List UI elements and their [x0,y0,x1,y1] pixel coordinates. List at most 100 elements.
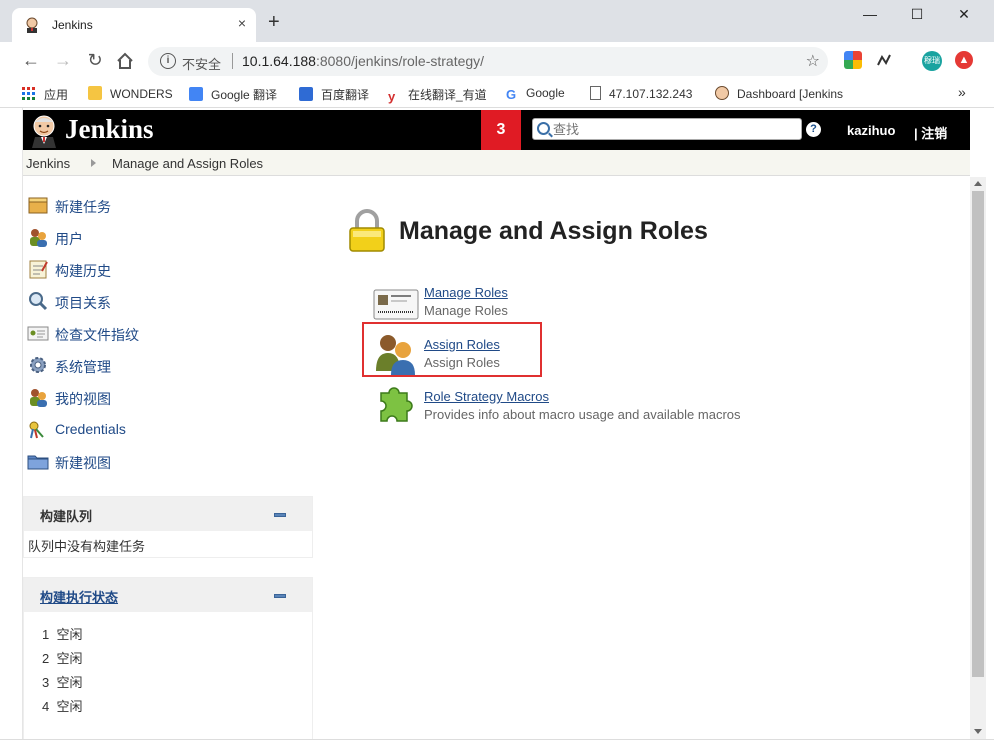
build-queue-header: 构建队列 [24,497,312,531]
browser-tab-jenkins[interactable]: Jenkins × [12,8,256,42]
vertical-scrollbar[interactable] [970,177,986,739]
executors-header: 构建执行状态 [24,578,312,612]
credentials-icon [29,421,44,439]
window-minimize-button[interactable]: — [850,6,890,26]
breadcrumb-current[interactable]: Manage and Assign Roles [112,156,263,171]
jenkins-logo-text[interactable]: Jenkins [65,114,154,145]
url-path: :8080/jenkins/role-strategy/ [315,53,485,69]
jenkins-favicon-icon [26,17,38,33]
build-queue-pane: 构建队列 队列中没有构建任务 [23,496,313,558]
bookmark-label: Dashboard [Jenkins [737,87,844,101]
fingerprint-icon [27,326,49,341]
page-icon [590,86,601,100]
folder-icon [88,86,102,100]
baidu-translate-icon [299,87,313,101]
extension-user-badge-icon[interactable]: 穆瑞 [922,51,942,71]
build-queue-body: 队列中没有构建任务 [24,531,312,557]
scroll-down-arrow-icon[interactable] [974,729,982,734]
browser-toolbar: ← → ↻ i 不安全 10.1.64.188:8080/jenkins/rol… [0,42,994,80]
bookmark-apps[interactable]: 应用 [22,86,68,103]
window-bottom-edge [0,739,994,747]
collapse-icon[interactable] [274,594,286,598]
notification-badge[interactable]: 3 [481,110,521,150]
user-link[interactable]: kazihuo [847,123,895,138]
collapse-icon[interactable] [274,513,286,517]
url-separator [232,53,233,69]
bookmark-label: 47.107.132.243 [609,87,693,101]
executors-title-link[interactable]: 构建执行状态 [40,587,118,606]
url-host: 10.1.64.188 [242,53,316,69]
forward-arrow-icon[interactable]: → [52,50,74,70]
executor-number: 1 [42,627,50,642]
highlight-box [362,322,542,377]
youdao-icon: y [388,89,396,104]
bookmark-ip[interactable]: 47.107.132.243 [590,86,692,101]
bookmarks-bar: 应用 WONDERS Google 翻译 百度翻译 y 在线翻译_有道 G Goog… [0,80,994,108]
manage-roles-desc: Manage Roles [424,303,508,318]
executor-number: 3 [42,675,50,690]
bookmark-google-translate[interactable]: Google 翻译 [189,86,277,103]
users-icon [30,229,47,247]
bookmark-star-icon[interactable]: ☆ [806,51,820,71]
extension-translate-icon[interactable] [876,51,894,69]
puzzle-piece-icon [380,387,413,422]
jenkins-butler-icon[interactable] [27,112,61,148]
id-card-icon [373,289,419,320]
back-arrow-icon[interactable]: ← [20,50,42,70]
home-icon[interactable] [116,52,134,70]
breadcrumb-arrow-icon[interactable] [91,159,96,167]
folder-icon [27,455,49,470]
sidebar-item-label: 检查文件指纹 [55,327,139,343]
bookmarks-more-button[interactable]: » [958,84,966,100]
executor-status: 空闲 [56,651,83,666]
reload-icon[interactable]: ↻ [84,50,106,70]
sidebar-item-label: 项目关系 [55,295,111,311]
bookmark-wonders[interactable]: WONDERS [88,86,173,101]
window-maximize-button[interactable]: ☐ [897,6,937,26]
manage-roles-item: Manage Roles Manage Roles [373,285,673,325]
bookmark-dashboard-jenkins[interactable]: Dashboard [Jenkins [715,86,843,101]
window-close-button[interactable]: ✕ [944,6,984,26]
google-icon: G [506,87,517,102]
role-strategy-macros-desc: Provides info about macro usage and avai… [424,407,741,422]
executor-row: 3 空闲 [42,672,82,691]
logout-link[interactable]: | 注销 [914,123,947,142]
scrollbar-thumb[interactable] [972,191,984,677]
address-bar[interactable]: i 不安全 10.1.64.188:8080/jenkins/role-stra… [148,47,828,76]
help-icon[interactable]: ? [806,122,821,137]
bookmark-label: 百度翻译 [321,88,370,102]
scroll-up-arrow-icon[interactable] [974,181,982,186]
tab-title: Jenkins [52,18,93,32]
page-content: 新建任务 用户 构建历史 项目关系 检查文件指纹 系统管理 我的视图 Crede… [23,177,970,743]
role-strategy-macros-link[interactable]: Role Strategy Macros [424,389,549,404]
window-left-edge [0,108,23,739]
build-history-icon [29,260,48,279]
sidebar-item-label: 新建任务 [55,199,111,215]
build-queue-title: 构建队列 [40,509,93,524]
new-tab-button[interactable]: + [268,12,280,32]
sidebar-item-label: 用户 [55,231,83,247]
jenkins-header: Jenkins 3 ? kazihuo | 注销 [23,110,970,150]
url-text[interactable]: 10.1.64.188:8080/jenkins/role-strategy/ [242,53,484,69]
executor-status: 空闲 [56,627,83,642]
executor-row: 2 空闲 [42,648,82,667]
executor-row: 4 空闲 [42,696,82,715]
manage-roles-link[interactable]: Manage Roles [424,285,508,300]
browser-titlebar: Jenkins × + — ☐ ✕ [0,0,994,42]
lock-icon [349,209,385,252]
breadcrumb-jenkins[interactable]: Jenkins [26,156,70,171]
search-input[interactable] [553,121,793,137]
tab-close-icon[interactable]: × [238,15,246,31]
bookmark-baidu-translate[interactable]: 百度翻译 [299,86,369,103]
sidebar-item-label: 我的视图 [55,391,111,407]
bookmark-youdao[interactable]: y 在线翻译_有道 [388,86,487,104]
role-strategy-macros-item: Role Strategy Macros Provides info about… [373,387,793,429]
extension-colorful-icon[interactable] [844,51,862,69]
search-box [532,118,802,140]
sidebar-item-label: 系统管理 [55,359,111,375]
google-translate-icon [189,87,203,101]
info-icon[interactable]: i [160,53,176,69]
extension-update-icon[interactable]: ▲ [955,51,973,69]
bookmark-google[interactable]: G Google [506,86,565,102]
sidebar-item-label: 新建视图 [55,455,111,471]
